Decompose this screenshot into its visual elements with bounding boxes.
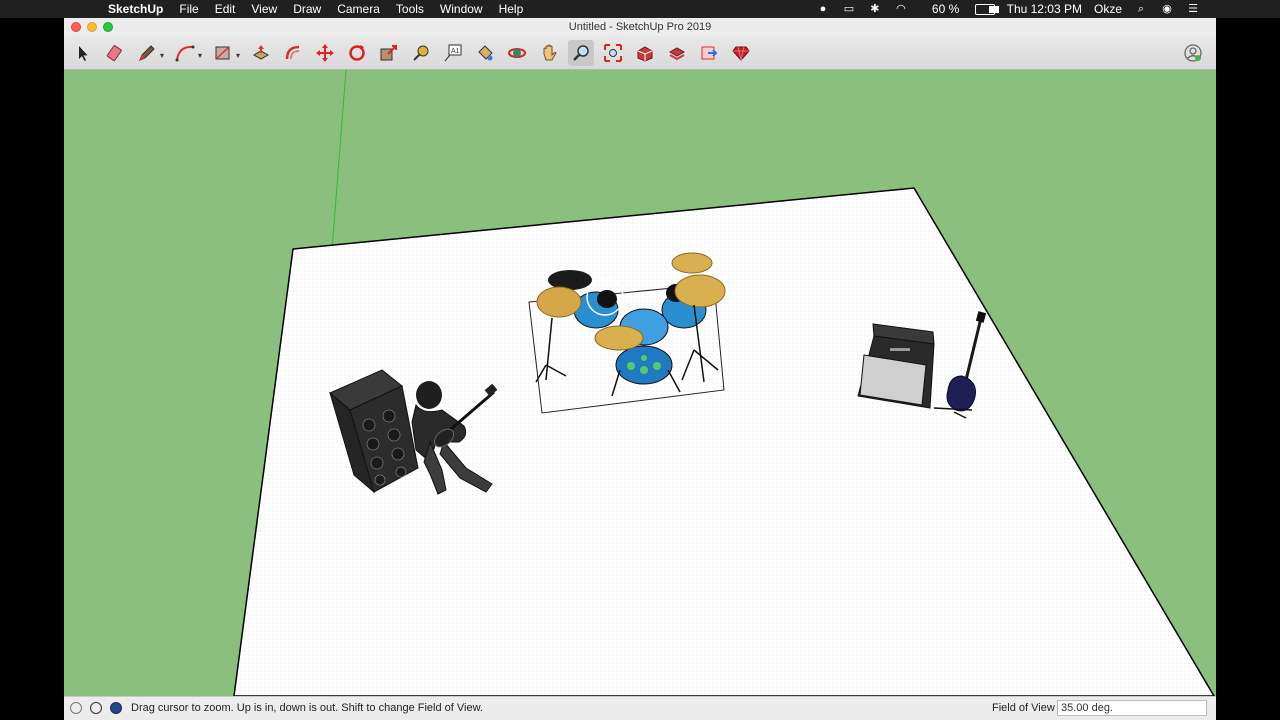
layout-icon (701, 46, 718, 60)
extension-warehouse-icon (668, 47, 686, 61)
large-tool-set: ▾ ▾ ▾ A1 (64, 36, 1216, 70)
eraser-tool[interactable] (102, 40, 128, 66)
text-icon: A1 (444, 44, 462, 62)
measurements-label: Field of View (992, 702, 1055, 714)
window-title: Untitled - SketchUp Pro 2019 (568, 21, 712, 33)
paint-bucket-icon (478, 45, 493, 61)
user-name[interactable]: Okze (1094, 2, 1122, 16)
status-bar: Drag cursor to zoom. Up is in, down is o… (64, 696, 1216, 720)
eraser-icon (106, 45, 122, 62)
battery-icon (974, 4, 999, 16)
zoom-extents-icon (604, 44, 622, 62)
arrow-cursor-icon (79, 46, 88, 61)
airplay-icon[interactable]: ▭ (842, 3, 856, 15)
push-pull-tool[interactable] (248, 40, 274, 66)
push-pull-icon (252, 45, 270, 60)
minimize-window-button[interactable] (87, 22, 97, 32)
line-tool[interactable] (134, 40, 160, 66)
notification-center-icon[interactable]: ☰ (1186, 3, 1200, 15)
menu-file[interactable]: File (179, 2, 198, 16)
scene-canvas[interactable] (64, 70, 1216, 696)
rectangle-icon (215, 46, 230, 60)
pencil-icon (139, 45, 155, 61)
extension-warehouse-tool[interactable] (664, 40, 690, 66)
arc-tool-dropdown-icon[interactable]: ▾ (198, 51, 202, 60)
rotate-tool[interactable] (344, 40, 370, 66)
status-message: Drag cursor to zoom. Up is in, down is o… (131, 702, 483, 714)
text-tool[interactable]: A1 (440, 40, 466, 66)
green-axis-line (331, 70, 347, 251)
select-tool[interactable] (70, 40, 96, 66)
wifi-icon[interactable]: ◠ (894, 3, 908, 15)
battery-percent: 60 % (931, 2, 960, 16)
clock[interactable]: Thu 12:03 PM (1007, 2, 1082, 16)
maximize-window-button[interactable] (103, 22, 113, 32)
magnifier-icon (573, 45, 589, 61)
ruby-console-tool[interactable] (728, 40, 754, 66)
instructor-icon[interactable] (110, 702, 122, 714)
menu-draw[interactable]: Draw (293, 2, 321, 16)
move-tool[interactable] (312, 40, 338, 66)
menu-camera[interactable]: Camera (337, 2, 380, 16)
layout-tool[interactable] (696, 40, 722, 66)
rectangle-tool[interactable] (210, 40, 236, 66)
tape-measure-icon (413, 45, 429, 61)
scale-icon (380, 45, 397, 61)
record-icon[interactable]: ● (816, 3, 830, 15)
user-account-icon (1184, 44, 1202, 62)
app-menus: SketchUp File Edit View Draw Camera Tool… (108, 2, 539, 16)
menu-edit[interactable]: Edit (215, 2, 236, 16)
window-titlebar: Untitled - SketchUp Pro 2019 (64, 18, 1216, 36)
zoom-extents-tool[interactable] (600, 40, 626, 66)
arc-icon (175, 45, 195, 62)
scale-tool[interactable] (376, 40, 402, 66)
offset-icon (285, 45, 300, 60)
account-button[interactable] (1180, 40, 1206, 66)
geo-location-icon[interactable] (70, 702, 82, 714)
orbit-tool[interactable] (504, 40, 530, 66)
bluetooth-icon[interactable]: ✱ (868, 3, 882, 15)
close-window-button[interactable] (71, 22, 81, 32)
menu-help[interactable]: Help (499, 2, 524, 16)
menu-window[interactable]: Window (440, 2, 483, 16)
offset-tool[interactable] (280, 40, 306, 66)
warehouse-icon (637, 46, 653, 62)
menu-app-name[interactable]: SketchUp (108, 2, 163, 16)
status-menus: ● ▭ ✱ ◠ 60 % Thu 12:03 PM Okze ⌕ ◉ ☰ (804, 2, 1200, 16)
spotlight-search-icon[interactable]: ⌕ (1134, 3, 1148, 15)
credits-icon[interactable] (90, 702, 102, 714)
hand-icon (543, 44, 557, 61)
pan-tool[interactable] (536, 40, 562, 66)
tape-measure-tool[interactable] (408, 40, 434, 66)
ruby-icon (732, 46, 750, 61)
rectangle-tool-dropdown-icon[interactable]: ▾ (236, 51, 240, 60)
3d-warehouse-tool[interactable] (632, 40, 658, 66)
macos-menu-bar: SketchUp File Edit View Draw Camera Tool… (0, 0, 1280, 18)
svg-text:A1: A1 (451, 48, 460, 55)
rotate-icon (349, 45, 365, 61)
orbit-icon (508, 48, 526, 58)
zoom-tool[interactable] (568, 40, 594, 66)
sketchup-window: Untitled - SketchUp Pro 2019 ▾ ▾ ▾ A1 Dr… (64, 18, 1216, 720)
move-icon (316, 44, 334, 62)
arc-tool[interactable] (172, 40, 198, 66)
line-tool-dropdown-icon[interactable]: ▾ (160, 51, 164, 60)
modeling-viewport[interactable] (64, 70, 1216, 696)
menu-view[interactable]: View (251, 2, 277, 16)
paint-bucket-tool[interactable] (472, 40, 498, 66)
siri-icon[interactable]: ◉ (1160, 3, 1174, 15)
battery-status[interactable]: 60 % (920, 2, 999, 16)
measurements-input[interactable] (1057, 700, 1207, 716)
menu-tools[interactable]: Tools (396, 2, 424, 16)
battery-level-fill (988, 6, 999, 14)
